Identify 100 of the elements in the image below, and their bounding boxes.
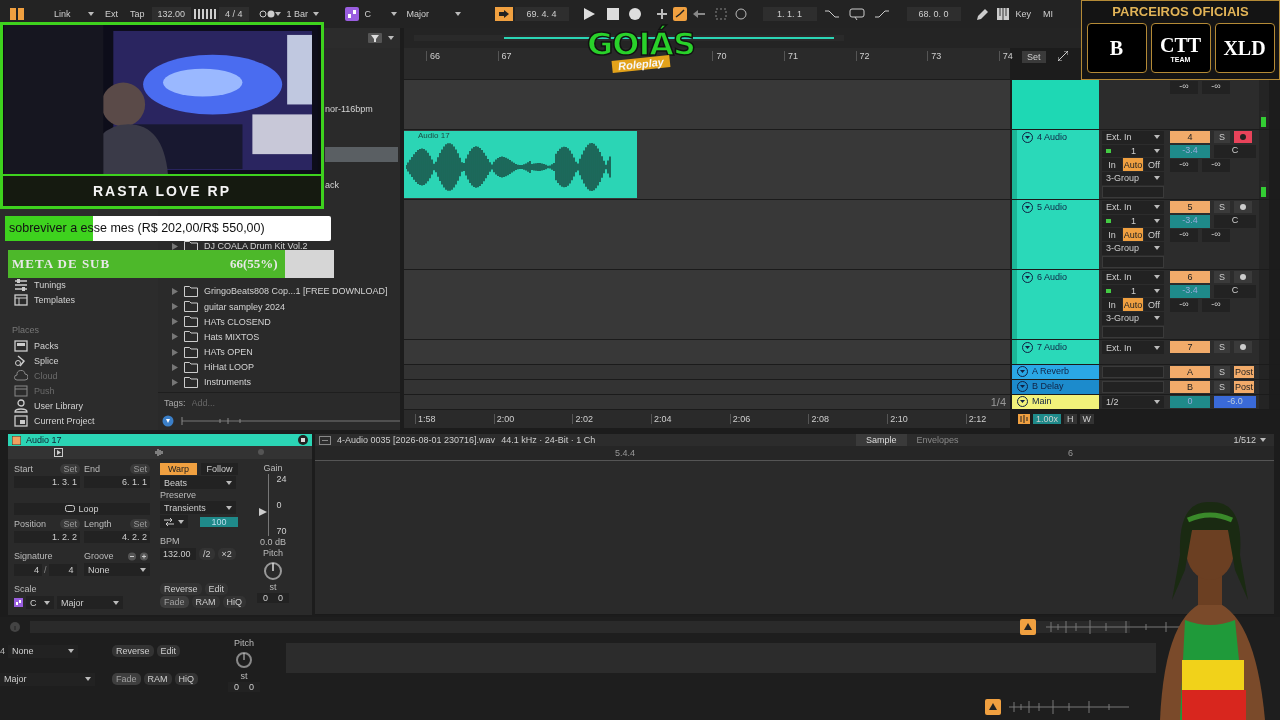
pitch-field[interactable]: 0 0 bbox=[257, 593, 289, 603]
punch-in-icon[interactable] bbox=[824, 9, 839, 19]
fade-button[interactable]: Fade bbox=[160, 596, 189, 608]
width-button[interactable]: W bbox=[1079, 414, 1095, 424]
plus-icon[interactable] bbox=[656, 9, 667, 19]
output-dropdown[interactable]: 3-Group bbox=[1102, 172, 1164, 185]
loop-button[interactable]: Loop bbox=[14, 503, 150, 515]
value-field[interactable]: 4. 2. 2 bbox=[84, 531, 150, 543]
loop-mode-dropdown[interactable] bbox=[160, 515, 188, 528]
scale-mode-dropdown[interactable]: Major bbox=[402, 7, 465, 21]
audio-clip[interactable]: Audio 17 bbox=[404, 131, 637, 198]
fold-icon[interactable] bbox=[1022, 342, 1033, 353]
record-icon[interactable] bbox=[628, 8, 641, 20]
hiq-button[interactable]: HiQ bbox=[174, 673, 198, 685]
groove-dropdown[interactable]: None bbox=[8, 644, 78, 658]
denominator-field[interactable]: 4 bbox=[48, 563, 77, 576]
folder-item[interactable]: Hats MIXTOS bbox=[158, 329, 400, 345]
send-field[interactable]: -∞ bbox=[1170, 229, 1198, 242]
follow-button[interactable] bbox=[494, 7, 513, 21]
set-button[interactable]: Set bbox=[60, 519, 80, 529]
file-item[interactable]: ack bbox=[325, 177, 398, 193]
monitor-button[interactable]: Auto bbox=[1123, 228, 1143, 241]
audio-tab-icon[interactable] bbox=[155, 448, 165, 457]
arrangement-position-field[interactable]: 69. 4. 4 bbox=[514, 7, 569, 21]
double-button[interactable]: ×2 bbox=[217, 548, 236, 560]
send-field[interactable]: -∞ bbox=[1202, 81, 1230, 94]
send-field[interactable]: -∞ bbox=[1202, 159, 1230, 172]
arm-button[interactable] bbox=[1234, 201, 1252, 213]
follow-button[interactable]: Follow bbox=[201, 463, 238, 475]
hiq-button[interactable]: HiQ bbox=[222, 596, 246, 608]
gain-value[interactable]: 0.0 dB bbox=[260, 537, 286, 547]
value-field[interactable]: 1. 3. 1 bbox=[14, 476, 80, 488]
set-button[interactable]: Set bbox=[1022, 51, 1046, 63]
zoom-dropdown[interactable]: 1/512 bbox=[1229, 433, 1270, 447]
track-activator-button[interactable]: A bbox=[1170, 366, 1210, 378]
send-field[interactable]: -∞ bbox=[1170, 159, 1198, 172]
key-map-button[interactable]: Key bbox=[1010, 7, 1037, 21]
edit-button[interactable]: Edit bbox=[204, 583, 229, 595]
tap-button[interactable]: Tap bbox=[125, 7, 150, 21]
play-icon[interactable] bbox=[582, 8, 595, 20]
input-channel-dropdown[interactable]: 1 bbox=[1102, 284, 1164, 297]
circle-icon[interactable] bbox=[734, 8, 747, 20]
input-type-dropdown[interactable]: Ext. In bbox=[1102, 341, 1164, 354]
link-dropdown[interactable]: Link bbox=[50, 7, 98, 21]
track-header[interactable]: 6 Audio bbox=[1012, 270, 1099, 339]
reverse-button[interactable]: Reverse bbox=[112, 645, 154, 657]
tab[interactable]: Sample bbox=[856, 434, 907, 446]
send-field[interactable]: -∞ bbox=[1202, 299, 1230, 312]
sidebar-item[interactable]: Templates bbox=[0, 292, 151, 307]
output-dropdown[interactable]: 3-Group bbox=[1102, 242, 1164, 255]
output-channel-field[interactable] bbox=[1102, 255, 1164, 268]
pan-field[interactable]: C bbox=[1214, 145, 1256, 158]
ext-button[interactable]: Ext bbox=[100, 7, 123, 21]
monitor-button[interactable]: In bbox=[1102, 158, 1122, 171]
scale-icon[interactable] bbox=[344, 7, 359, 21]
pitch-field[interactable]: 0 0 bbox=[228, 682, 260, 693]
monitor-button[interactable]: Off bbox=[1144, 298, 1164, 311]
sidebar-item[interactable]: Current Project bbox=[0, 413, 151, 428]
track-header[interactable]: B Delay bbox=[1012, 380, 1099, 394]
track-activator-button[interactable]: 4 bbox=[1170, 131, 1210, 143]
caret-icon[interactable] bbox=[388, 36, 394, 40]
warp-mode-dropdown[interactable]: Beats bbox=[160, 476, 236, 489]
halve-button[interactable]: /2 bbox=[199, 548, 215, 560]
output-channel-field[interactable] bbox=[1102, 325, 1164, 338]
input-type-dropdown[interactable]: Ext. In bbox=[1102, 271, 1164, 284]
groove-dropdown[interactable]: None bbox=[84, 563, 150, 576]
track-activator-button[interactable]: 7 bbox=[1170, 341, 1210, 353]
scale-root-dropdown[interactable]: C bbox=[26, 596, 54, 609]
stop-icon[interactable] bbox=[606, 8, 619, 20]
solo-button[interactable]: S bbox=[1214, 201, 1230, 213]
reverse-button[interactable]: Reverse bbox=[160, 583, 202, 595]
set-button[interactable]: Set bbox=[60, 464, 80, 474]
nudge-bars-icon[interactable] bbox=[193, 9, 218, 19]
track-activator-button[interactable]: 6 bbox=[1170, 271, 1210, 283]
folder-item[interactable]: HiHat LOOP bbox=[158, 359, 400, 375]
fader-thumb[interactable] bbox=[259, 507, 268, 516]
grid-size-label[interactable]: 1/4 bbox=[990, 396, 1006, 408]
preserve-dropdown[interactable]: Transients bbox=[160, 501, 236, 514]
numerator-field[interactable]: 4 bbox=[0, 646, 5, 656]
solo-button[interactable]: S bbox=[1214, 131, 1230, 143]
monitor-button[interactable]: In bbox=[1102, 228, 1122, 241]
ram-button[interactable]: RAM bbox=[143, 673, 172, 685]
clip-tab-icon[interactable] bbox=[54, 448, 64, 457]
monitor-button[interactable]: In bbox=[1102, 298, 1122, 311]
warp-button[interactable]: Warp bbox=[160, 463, 197, 475]
solo-button[interactable]: S bbox=[1214, 271, 1230, 283]
track-header[interactable]: 5 Audio bbox=[1012, 200, 1099, 269]
folder-item[interactable]: GringoBeats808 Cop...1 [FREE DOWNLOAD] bbox=[158, 283, 400, 299]
fold-icon[interactable] bbox=[1017, 396, 1028, 407]
clip-name[interactable]: Audio 17 bbox=[26, 435, 293, 445]
waveform-zoom-icon[interactable] bbox=[1018, 414, 1030, 424]
post-button[interactable]: Post bbox=[1234, 381, 1254, 393]
input-channel-dropdown[interactable]: 1 bbox=[1102, 214, 1164, 227]
set-button[interactable]: Set bbox=[130, 464, 150, 474]
track-header[interactable]: Main bbox=[1012, 395, 1099, 409]
arm-button[interactable] bbox=[1234, 341, 1252, 353]
sidebar-item[interactable]: Packs bbox=[0, 338, 151, 353]
folder-item[interactable]: HATs CLOSEND bbox=[158, 314, 400, 330]
output-dropdown[interactable]: 1/2 bbox=[1102, 396, 1164, 408]
monitor-button[interactable]: Off bbox=[1144, 158, 1164, 171]
